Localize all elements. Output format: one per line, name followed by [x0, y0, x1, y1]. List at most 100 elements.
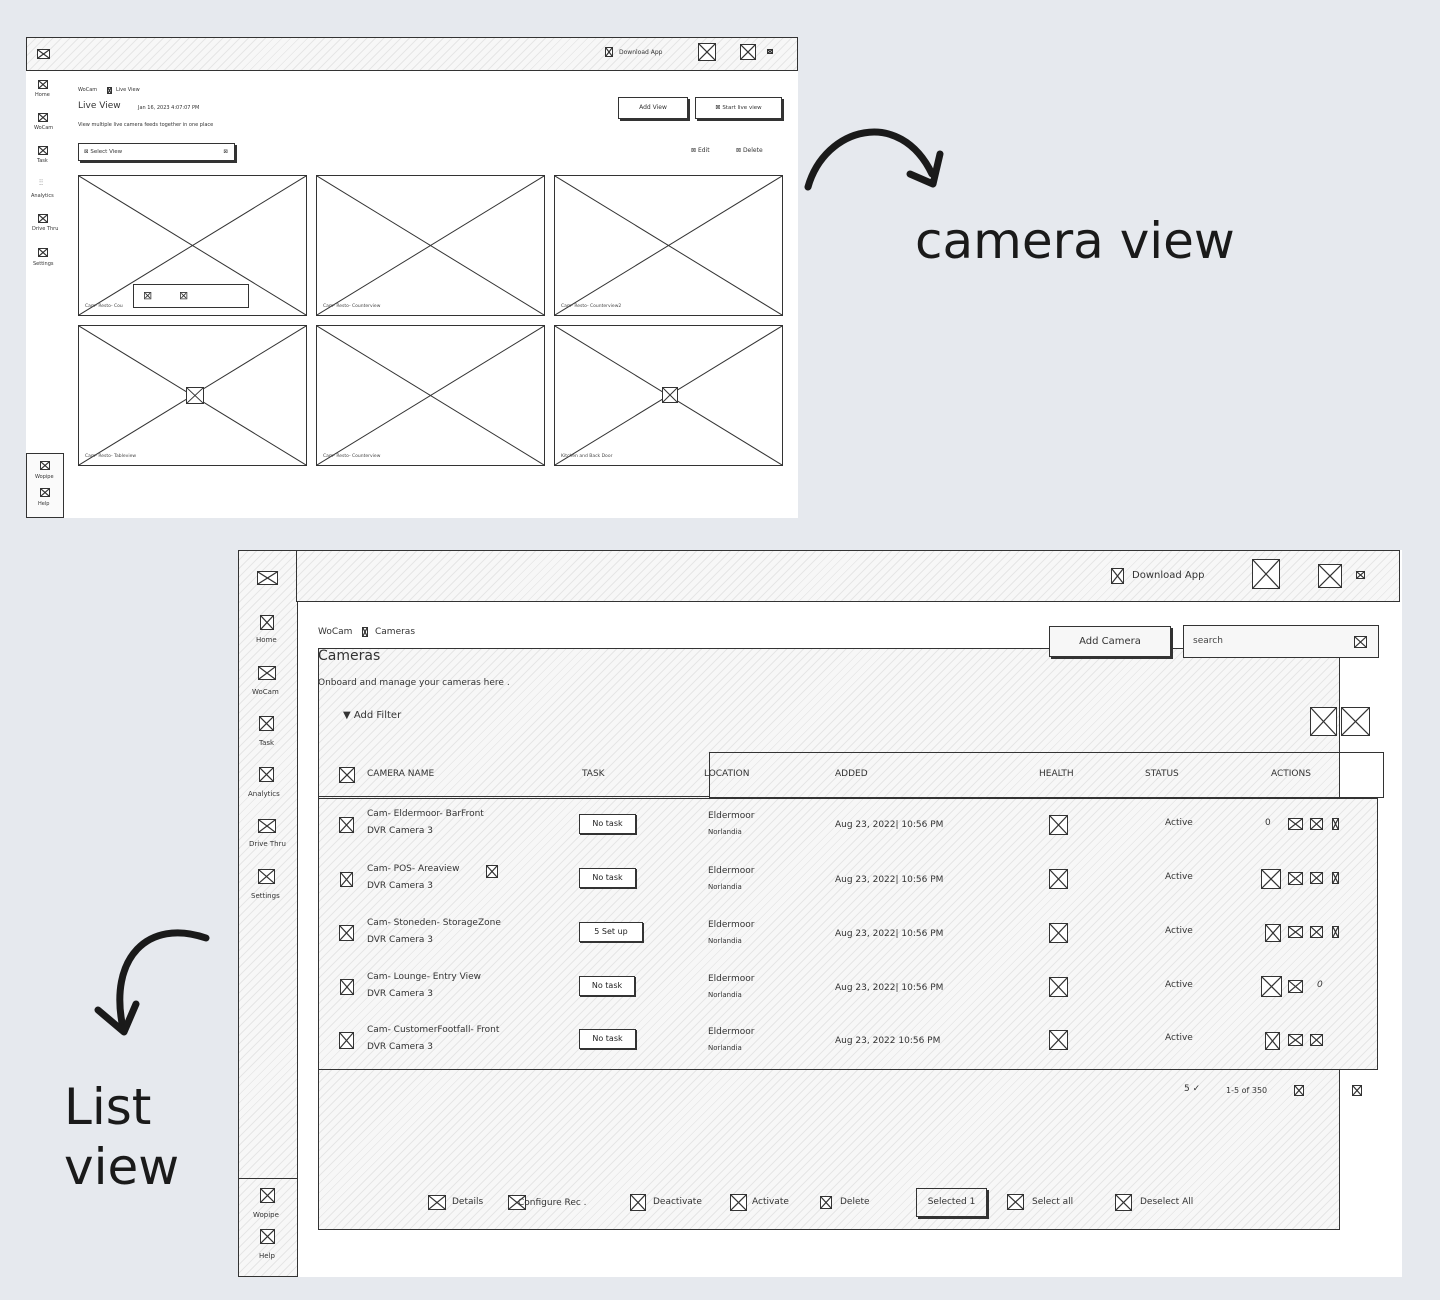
- view-action-icon[interactable]: [1288, 872, 1303, 885]
- analytics-icon[interactable]: ⫶⫶: [39, 178, 43, 188]
- wopipe-icon[interactable]: [260, 1188, 275, 1203]
- sidebar-item-task[interactable]: Task: [259, 739, 274, 747]
- task-badge[interactable]: No task: [579, 976, 635, 996]
- task-icon[interactable]: [259, 716, 274, 731]
- wocam-icon[interactable]: [258, 666, 276, 680]
- play-action-icon[interactable]: [1265, 924, 1281, 942]
- drive-thru-icon[interactable]: [258, 819, 276, 833]
- sidebar-item-home[interactable]: Home: [35, 92, 50, 98]
- sidebar-item-help[interactable]: Help: [38, 501, 49, 507]
- next-page-icon[interactable]: [1352, 1085, 1362, 1096]
- view-action-icon[interactable]: [1288, 926, 1303, 938]
- camera-feed[interactable]: Cam- Resto- Counterview: [316, 325, 545, 466]
- play-icon[interactable]: [662, 387, 678, 403]
- help-icon[interactable]: [40, 488, 50, 497]
- more-action-icon[interactable]: [1332, 818, 1339, 830]
- column-header-camera-name[interactable]: CAMERA NAME: [367, 769, 434, 779]
- camera-feed[interactable]: Cam- Resto- Tableview: [78, 325, 307, 466]
- breadcrumb-root[interactable]: WoCam: [78, 87, 97, 93]
- camera-name[interactable]: Cam- Stoneden- StorageZone: [367, 918, 501, 928]
- help-icon[interactable]: [260, 1229, 275, 1244]
- camera-name[interactable]: Cam- CustomerFootfall- Front: [367, 1025, 499, 1035]
- table-row[interactable]: Cam- CustomerFootfall- Front DVR Camera …: [318, 1018, 1378, 1070]
- search-icon[interactable]: [1354, 636, 1367, 648]
- home-icon[interactable]: [38, 80, 48, 89]
- play-action-icon[interactable]: [1261, 976, 1282, 997]
- sidebar-item-settings[interactable]: Settings: [251, 892, 280, 900]
- edit-action-icon[interactable]: [1310, 1034, 1323, 1046]
- task-badge[interactable]: No task: [579, 868, 636, 888]
- breadcrumb-root[interactable]: WoCam: [318, 627, 352, 637]
- sidebar-item-wocam[interactable]: WoCam: [252, 688, 279, 696]
- settings-icon[interactable]: [38, 248, 48, 257]
- sidebar-item-analytics[interactable]: Analytics: [31, 193, 54, 199]
- delete-button[interactable]: ⊠ Delete: [736, 147, 763, 154]
- add-camera-button[interactable]: Add Camera: [1049, 626, 1171, 657]
- list-view-icon[interactable]: [1341, 707, 1370, 736]
- select-all-checkbox[interactable]: [339, 767, 355, 783]
- column-header-added[interactable]: ADDED: [835, 769, 868, 779]
- deselect-all-action[interactable]: Deselect All: [1115, 1193, 1200, 1213]
- camera-name[interactable]: Cam- Lounge- Entry View: [367, 972, 481, 982]
- row-checkbox[interactable]: [339, 1032, 354, 1049]
- camera-name[interactable]: Cam- Eldermoor- BarFront: [367, 809, 484, 819]
- configure-rec-action[interactable]: Configure Rec .: [508, 1193, 608, 1213]
- task-badge[interactable]: No task: [579, 1029, 636, 1049]
- record-icon[interactable]: ⊠: [179, 289, 188, 302]
- home-icon[interactable]: [260, 615, 274, 630]
- sidebar-item-analytics[interactable]: Analytics: [248, 790, 280, 798]
- grid-view-icon[interactable]: [1310, 707, 1337, 736]
- search-input[interactable]: search: [1183, 625, 1379, 658]
- edit-action-icon[interactable]: [1310, 872, 1323, 884]
- camera-info-icon[interactable]: [486, 865, 498, 878]
- task-badge[interactable]: No task: [579, 814, 636, 834]
- notification-icon[interactable]: [740, 44, 756, 60]
- camera-feed[interactable]: Kitchen and Back Door: [554, 325, 783, 466]
- view-action-icon[interactable]: [1288, 1034, 1303, 1046]
- edit-action-icon[interactable]: [1310, 818, 1323, 830]
- more-action-icon[interactable]: [1332, 872, 1339, 884]
- start-live-view-button[interactable]: ⊠ Start live view: [695, 97, 782, 119]
- row-checkbox[interactable]: [339, 817, 354, 833]
- add-view-button[interactable]: Add View: [618, 97, 688, 119]
- view-action-icon[interactable]: [1288, 818, 1303, 830]
- column-header-task[interactable]: TASK: [582, 769, 605, 779]
- wopipe-icon[interactable]: [40, 461, 50, 470]
- activate-action[interactable]: Activate: [730, 1193, 795, 1213]
- play-action-icon[interactable]: [1265, 1032, 1280, 1050]
- deactivate-action[interactable]: Deactivate: [630, 1193, 710, 1213]
- add-filter-button[interactable]: ▼ Add Filter: [343, 710, 401, 721]
- edit-button[interactable]: ⊠ Edit: [691, 147, 710, 154]
- sidebar-item-task[interactable]: Task: [37, 158, 48, 164]
- notification-icon[interactable]: [1318, 564, 1342, 588]
- camera-feed[interactable]: Cam- Resto- Counterview2: [554, 175, 783, 316]
- play-icon[interactable]: [186, 387, 204, 404]
- settings-icon[interactable]: [258, 869, 275, 884]
- sidebar-item-wopipe[interactable]: Wopipe: [35, 474, 54, 480]
- edit-action-icon[interactable]: [1310, 926, 1323, 938]
- analytics-icon[interactable]: [259, 767, 274, 782]
- select-view-dropdown[interactable]: ⊠ Select View ⊠: [78, 143, 235, 161]
- download-app-link[interactable]: Download App: [1132, 570, 1204, 581]
- details-action[interactable]: Details: [428, 1193, 488, 1213]
- prev-page-icon[interactable]: [1294, 1085, 1304, 1096]
- row-checkbox[interactable]: [340, 872, 353, 887]
- play-action-icon[interactable]: [1261, 869, 1281, 889]
- table-row[interactable]: Cam- Stoneden- StorageZone DVR Camera 3 …: [318, 910, 1378, 964]
- camera-name[interactable]: Cam- POS- Areaview: [367, 864, 459, 874]
- task-icon[interactable]: [38, 146, 48, 155]
- fullscreen-icon[interactable]: ⊠: [143, 289, 152, 302]
- avatar[interactable]: [1252, 559, 1280, 589]
- column-header-status[interactable]: STATUS: [1145, 769, 1179, 779]
- task-badge[interactable]: 5 Set up: [579, 922, 643, 942]
- more-action-icon[interactable]: [1332, 926, 1339, 938]
- sidebar-item-help[interactable]: Help: [259, 1252, 275, 1260]
- table-row[interactable]: Cam- Eldermoor- BarFront DVR Camera 3 No…: [318, 802, 1378, 856]
- download-app-link[interactable]: Download App: [619, 49, 662, 56]
- delete-action[interactable]: Delete: [820, 1193, 880, 1213]
- row-checkbox[interactable]: [340, 979, 354, 995]
- table-row[interactable]: Cam- Lounge- Entry View DVR Camera 3 No …: [318, 964, 1378, 1018]
- select-all-action[interactable]: Select all: [1007, 1193, 1077, 1213]
- rows-per-page-select[interactable]: 5 ✓: [1184, 1084, 1200, 1094]
- sidebar-item-wocam[interactable]: WoCam: [34, 125, 53, 131]
